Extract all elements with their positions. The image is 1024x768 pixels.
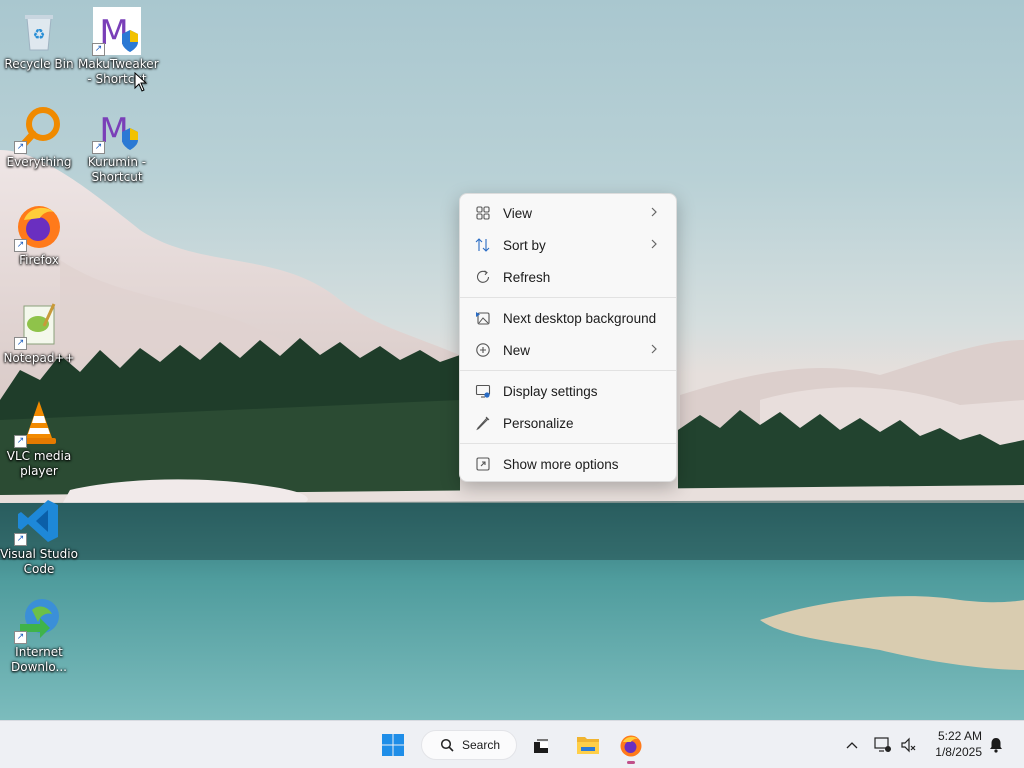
task-view-icon bbox=[534, 739, 548, 753]
menu-item-display-settings[interactable]: Display settings bbox=[464, 376, 672, 406]
chevron-up-icon bbox=[846, 742, 858, 749]
file-explorer-button[interactable] bbox=[574, 731, 602, 759]
menu-item-view[interactable]: View bbox=[464, 198, 672, 228]
chevron-right-icon bbox=[651, 207, 657, 217]
recycle-bin-icon: ♻ bbox=[14, 6, 64, 56]
taskbar: Search 5:22 AM 1/8/2025 bbox=[0, 720, 1024, 768]
shortcut-arrow-icon: ↗ bbox=[14, 631, 27, 644]
desktop-icon-label: Recycle Bin bbox=[4, 57, 74, 71]
desktop-icon-everything[interactable]: ↗ Everything bbox=[0, 104, 78, 170]
shortcut-arrow-icon: ↗ bbox=[14, 533, 27, 546]
search-label: Search bbox=[462, 738, 501, 752]
internet-download-manager-icon: ↗ bbox=[14, 594, 64, 644]
network-status-button[interactable] bbox=[872, 734, 894, 756]
network-icon bbox=[874, 737, 891, 752]
add-circle-icon bbox=[474, 341, 492, 359]
pen-icon bbox=[474, 414, 492, 432]
vlc-icon: ↗ bbox=[14, 398, 64, 448]
desktop-icon-label: Internet Downlo... bbox=[11, 645, 67, 674]
mouse-cursor-icon bbox=[134, 72, 148, 92]
menu-item-show-more-options[interactable]: Show more options bbox=[464, 449, 672, 479]
desktop-context-menu: View Sort by Refresh Next desktop backgr… bbox=[459, 193, 677, 482]
desktop-icon-label: Notepad++ bbox=[3, 351, 75, 365]
menu-separator bbox=[460, 443, 676, 444]
firefox-taskbar-button[interactable] bbox=[616, 731, 646, 761]
desktop-icon-recycle-bin[interactable]: ♻ Recycle Bin bbox=[0, 6, 78, 72]
desktop[interactable]: ♻ Recycle Bin M ↗ MakuTweaker - Shortcut… bbox=[0, 0, 1024, 720]
menu-separator bbox=[460, 297, 676, 298]
grid-view-icon bbox=[474, 204, 492, 222]
show-more-options-icon bbox=[474, 455, 492, 473]
makutweaker-icon: M ↗ bbox=[92, 6, 142, 56]
menu-separator bbox=[460, 370, 676, 371]
notepad-plus-plus-icon: ↗ bbox=[14, 300, 64, 350]
desktop-icon-internet-download-manager[interactable]: ↗ Internet Downlo... bbox=[0, 594, 78, 675]
desktop-icon-label: Everything bbox=[6, 155, 72, 169]
notifications-button[interactable] bbox=[986, 735, 1006, 755]
shortcut-arrow-icon: ↗ bbox=[14, 239, 27, 252]
desktop-icon-vscode[interactable]: ↗ Visual Studio Code bbox=[0, 496, 78, 577]
desktop-icon-firefox[interactable]: ↗ Firefox bbox=[0, 202, 78, 268]
task-view-button[interactable] bbox=[528, 733, 554, 759]
show-hidden-icons-button[interactable] bbox=[842, 735, 862, 755]
menu-item-next-desktop-background[interactable]: Next desktop background bbox=[464, 303, 672, 333]
desktop-icon-vlc[interactable]: ↗ VLC media player bbox=[0, 398, 78, 479]
taskbar-clock[interactable]: 5:22 AM 1/8/2025 bbox=[935, 728, 982, 760]
desktop-icon-kurumin[interactable]: M ↗ Kurumin - Shortcut bbox=[78, 104, 156, 185]
refresh-icon bbox=[474, 268, 492, 286]
shortcut-arrow-icon: ↗ bbox=[14, 141, 27, 154]
vscode-icon: ↗ bbox=[14, 496, 64, 546]
clock-date: 1/8/2025 bbox=[935, 745, 982, 759]
menu-item-label: Show more options bbox=[503, 456, 619, 472]
desktop-icon-label: Visual Studio Code bbox=[0, 547, 78, 576]
clock-time: 5:22 AM bbox=[937, 729, 982, 743]
menu-item-new[interactable]: New bbox=[464, 335, 672, 365]
start-button[interactable] bbox=[378, 731, 408, 759]
speaker-muted-icon bbox=[901, 737, 916, 753]
shortcut-arrow-icon: ↗ bbox=[92, 43, 105, 56]
search-icon bbox=[440, 738, 454, 752]
shortcut-arrow-icon: ↗ bbox=[14, 435, 27, 448]
sort-icon bbox=[474, 236, 492, 254]
menu-item-label: View bbox=[503, 205, 533, 221]
desktop-icon-label: VLC media player bbox=[6, 449, 72, 478]
start-icon bbox=[382, 734, 404, 756]
everything-search-icon: ↗ bbox=[14, 104, 64, 154]
desktop-icon-label: Firefox bbox=[19, 253, 59, 267]
menu-item-sort-by[interactable]: Sort by bbox=[464, 230, 672, 260]
firefox-icon: ↗ bbox=[14, 202, 64, 252]
taskbar-search[interactable]: Search bbox=[421, 730, 517, 760]
menu-item-label: New bbox=[503, 342, 531, 358]
menu-item-label: Personalize bbox=[503, 415, 574, 431]
shortcut-arrow-icon: ↗ bbox=[14, 337, 27, 350]
menu-item-label: Refresh bbox=[503, 269, 551, 285]
chevron-right-icon bbox=[651, 239, 657, 249]
next-background-icon bbox=[474, 309, 492, 327]
menu-item-refresh[interactable]: Refresh bbox=[464, 262, 672, 292]
display-settings-icon bbox=[474, 382, 492, 400]
menu-item-personalize[interactable]: Personalize bbox=[464, 408, 672, 438]
volume-button[interactable] bbox=[898, 734, 920, 756]
running-indicator bbox=[627, 761, 635, 764]
kurumin-icon: M ↗ bbox=[92, 104, 142, 154]
firefox-icon bbox=[620, 735, 642, 757]
chevron-right-icon bbox=[651, 344, 657, 354]
menu-item-label: Display settings bbox=[503, 383, 598, 399]
desktop-icon-notepadpp[interactable]: ↗ Notepad++ bbox=[0, 300, 78, 366]
bell-icon bbox=[990, 738, 1002, 753]
file-explorer-icon bbox=[577, 737, 599, 754]
svg-text:♻: ♻ bbox=[33, 27, 46, 43]
desktop-icon-label: Kurumin - Shortcut bbox=[87, 155, 147, 184]
menu-item-label: Next desktop background bbox=[503, 310, 657, 326]
shortcut-arrow-icon: ↗ bbox=[92, 141, 105, 154]
menu-item-label: Sort by bbox=[503, 237, 546, 253]
